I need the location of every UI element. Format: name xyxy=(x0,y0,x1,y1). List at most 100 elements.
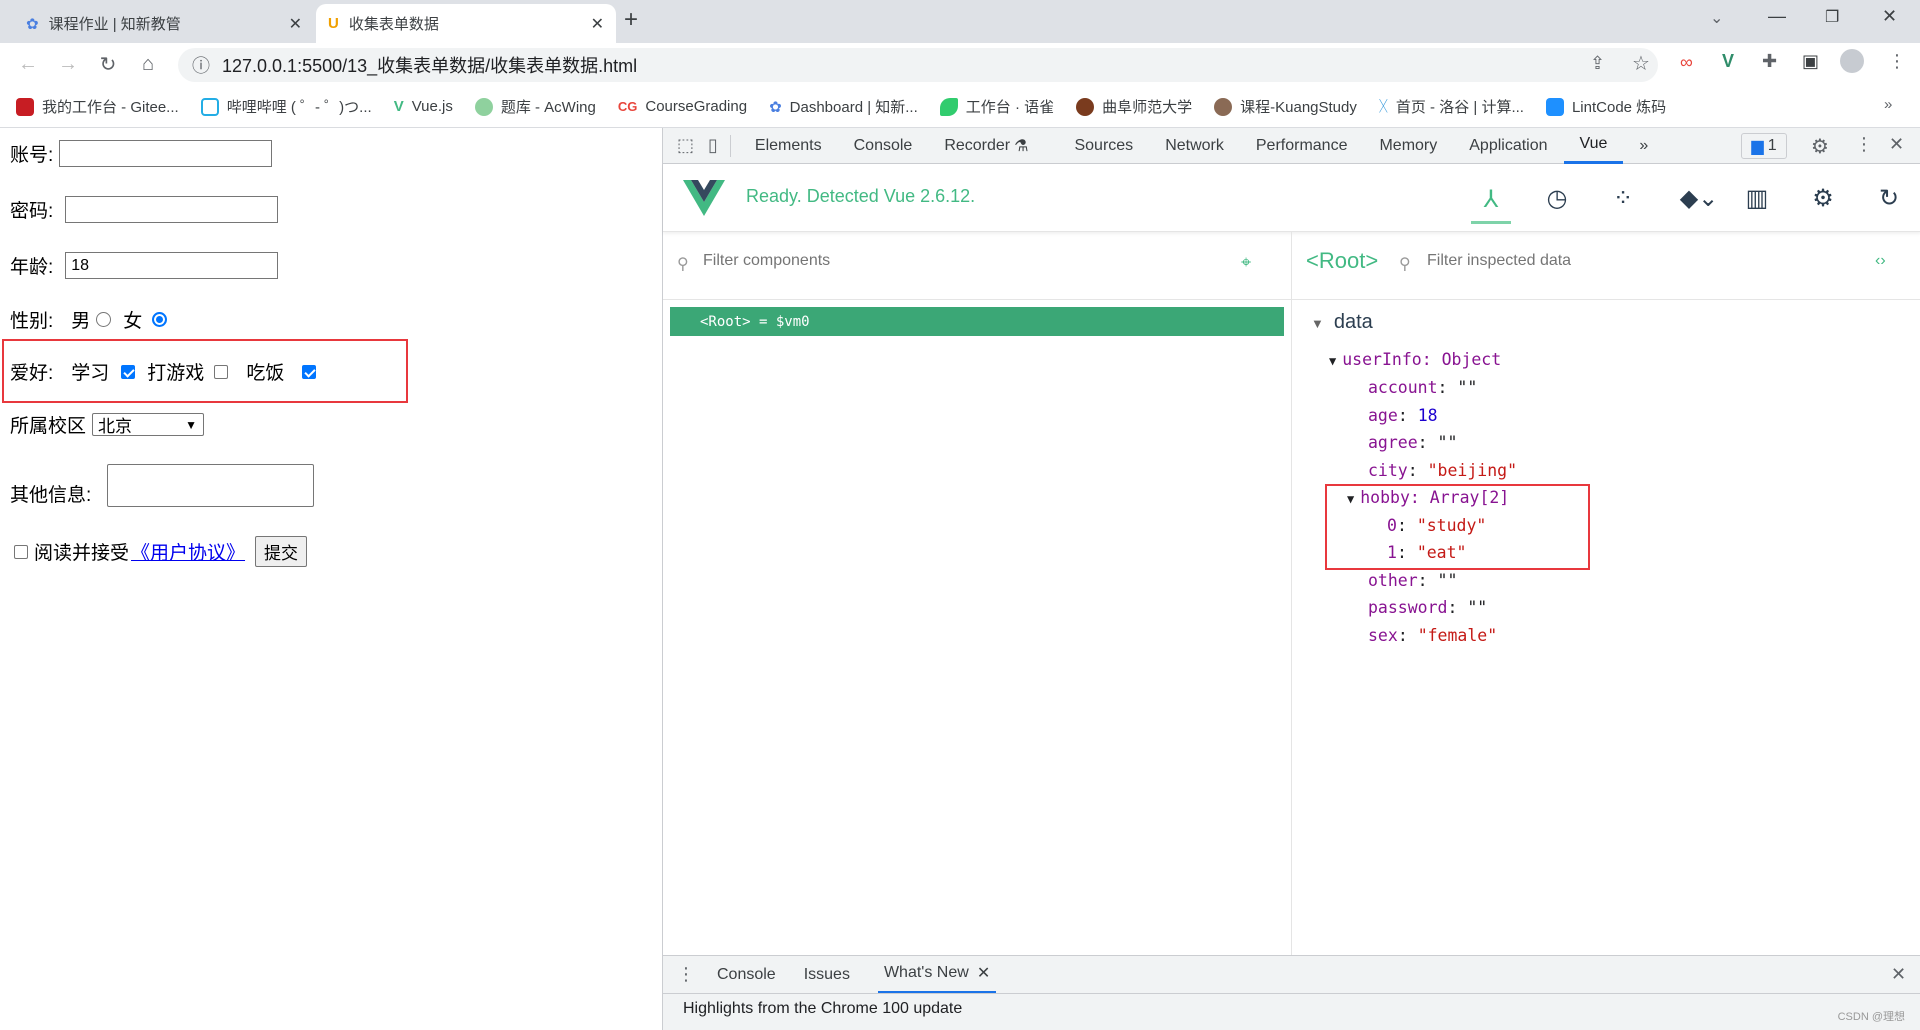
agree-checkbox[interactable] xyxy=(14,544,28,559)
settings-gear-icon[interactable]: ⚙ xyxy=(1811,134,1829,159)
tree-row: 0: "study" xyxy=(1387,516,1487,535)
hobby-eat-checkbox[interactable] xyxy=(302,364,317,379)
data-section-header[interactable]: ▼ data xyxy=(1311,311,1373,334)
forward-icon[interactable]: → xyxy=(48,53,88,76)
bookmarks-overflow-button[interactable]: » xyxy=(1884,96,1892,113)
devtools-menu-icon[interactable]: ⋮ xyxy=(1855,134,1873,155)
tab-recorder[interactable]: Recorder ⚗ xyxy=(928,128,1044,164)
bookmark-label: 工作台 · 语雀 xyxy=(965,99,1055,116)
tab-vue[interactable]: Vue xyxy=(1563,128,1624,164)
close-tab-icon[interactable]: ✕ xyxy=(977,963,990,983)
bookmark-bilibili[interactable]: 哔哩哔哩 ( ゜- ゜)つ... xyxy=(200,96,372,117)
bookmark-vuejs[interactable]: V Vue.js xyxy=(394,98,453,115)
other-textarea[interactable] xyxy=(107,464,315,507)
tab-application[interactable]: Application xyxy=(1453,128,1563,164)
tab-performance[interactable]: Performance xyxy=(1240,128,1364,164)
share-icon[interactable]: ⇪ xyxy=(1590,53,1605,74)
tab-label: What's New xyxy=(883,964,969,981)
url-field[interactable]: ⓘ 127.0.0.1:5500/13_收集表单数据/收集表单数据.html xyxy=(178,48,1658,82)
search-icon: ⚲ xyxy=(677,256,689,273)
filter-components-input[interactable] xyxy=(703,252,1183,270)
components-tree-icon[interactable]: ⅄ xyxy=(1471,178,1511,224)
browser-tab-active[interactable]: U 收集表单数据 ✕ xyxy=(316,4,616,43)
drawer-tab-whats-new[interactable]: What's New ✕ xyxy=(877,956,997,994)
more-tabs-button[interactable]: » xyxy=(1623,128,1664,164)
refresh-icon[interactable]: ↻ xyxy=(1869,178,1909,218)
restore-button[interactable]: ❐ xyxy=(1825,7,1839,27)
tree-row-hobby[interactable]: ▼ hobby: Array[2] xyxy=(1347,488,1509,507)
tree-value: "" xyxy=(1457,378,1478,397)
drawer-tab-issues[interactable]: Issues xyxy=(804,966,850,984)
submit-button[interactable]: 提交 xyxy=(255,536,308,567)
tab-elements[interactable]: Elements xyxy=(739,128,838,164)
bookmark-luogu[interactable]: ᚷ 首页 - 洛谷 | 计算... xyxy=(1379,96,1524,117)
device-toolbar-icon[interactable]: ▯ xyxy=(708,135,718,156)
password-input[interactable] xyxy=(65,196,279,223)
tree-row: 1: "eat" xyxy=(1387,543,1467,562)
home-icon[interactable]: ⌂ xyxy=(128,53,168,76)
routing-icon[interactable]: ◆⌄ xyxy=(1669,178,1729,218)
drawer-tab-console[interactable]: Console xyxy=(717,966,776,984)
chart-icon[interactable]: ▥ xyxy=(1737,178,1777,218)
close-tab-icon[interactable]: ✕ xyxy=(289,14,302,34)
vue-settings-icon[interactable]: ⚙ xyxy=(1803,178,1843,218)
tab-console[interactable]: Console xyxy=(838,128,929,164)
tab-search-icon[interactable]: ⌄ xyxy=(1710,8,1723,28)
filter-inspected-data-input[interactable] xyxy=(1427,252,1827,270)
new-tab-button[interactable]: + xyxy=(624,6,638,34)
drawer-tabbar: ⋮ Console Issues What's New ✕ ✕ xyxy=(663,955,1920,994)
close-drawer-icon[interactable]: ✕ xyxy=(1891,964,1906,985)
hobby-study-checkbox[interactable] xyxy=(121,364,136,379)
bookmark-yuque[interactable]: 工作台 · 语雀 xyxy=(939,96,1055,117)
menu-kebab-icon[interactable]: ⋮ xyxy=(1888,51,1906,72)
close-devtools-icon[interactable]: ✕ xyxy=(1889,134,1904,155)
bookmark-qfnu[interactable]: 曲阜师范大学 xyxy=(1076,96,1192,117)
component-tree-root-row[interactable]: <Root> = $vm0 xyxy=(670,307,1284,336)
performance-dots-icon[interactable]: ⁘ xyxy=(1603,178,1643,218)
side-panel-icon[interactable]: ▣ xyxy=(1802,51,1819,72)
account-input[interactable] xyxy=(59,140,273,167)
reload-icon[interactable]: ↻ xyxy=(88,52,128,77)
back-icon[interactable]: ← xyxy=(8,53,48,76)
luogu-icon: ᚷ xyxy=(1378,98,1388,115)
sex-male-radio[interactable] xyxy=(96,312,112,327)
tab-network[interactable]: Network xyxy=(1149,128,1240,164)
code-brackets-icon[interactable]: ‹› xyxy=(1875,252,1886,270)
select-component-target-icon[interactable]: ⌖ xyxy=(1241,252,1251,273)
profile-avatar[interactable] xyxy=(1840,49,1864,73)
timeline-history-icon[interactable]: ◷ xyxy=(1537,178,1577,218)
vue-devtools-extension-icon[interactable]: V xyxy=(1722,51,1734,72)
extension-icon[interactable]: ∞ xyxy=(1680,52,1693,73)
city-select[interactable]: 北京 ▼ xyxy=(92,413,205,436)
minimize-button[interactable]: — xyxy=(1768,6,1786,27)
bookmark-dashboard[interactable]: ✿ Dashboard | 知新... xyxy=(769,96,918,117)
bookmark-lintcode[interactable]: LintCode 炼码 xyxy=(1545,96,1666,117)
sex-female-radio[interactable] xyxy=(152,312,168,327)
bookmark-acwing[interactable]: 题库 - AcWing xyxy=(474,96,596,117)
close-window-button[interactable]: ✕ xyxy=(1882,6,1897,27)
bookmark-star-icon[interactable]: ☆ xyxy=(1632,51,1650,76)
bookmark-coursegrading[interactable]: CG CourseGrading xyxy=(618,98,747,115)
page-favicon-icon: U xyxy=(328,15,339,32)
tree-row-userinfo[interactable]: ▼ userInfo: Object xyxy=(1329,350,1501,369)
section-label: data xyxy=(1333,311,1373,333)
user-agreement-link[interactable]: 《用户协议》 xyxy=(131,538,245,565)
tree-value: 18 xyxy=(1417,406,1438,425)
hobby-game-checkbox[interactable] xyxy=(214,364,229,379)
tab-sources[interactable]: Sources xyxy=(1058,128,1149,164)
password-label: 密码: xyxy=(10,201,54,222)
bookmark-label: Dashboard | 知新... xyxy=(789,99,918,116)
tab-title: 课程作业 | 知新教管 xyxy=(48,16,181,33)
issues-badge[interactable]: ▆ 1 xyxy=(1741,133,1787,159)
site-info-icon[interactable]: ⓘ xyxy=(192,52,210,78)
bookmark-gitee[interactable]: 我的工作台 - Gitee... xyxy=(16,96,179,117)
browser-tab[interactable]: ✿ 课程作业 | 知新教管 ✕ xyxy=(14,4,314,43)
age-input[interactable]: 18 xyxy=(65,252,279,279)
pane-divider[interactable] xyxy=(1291,232,1292,955)
extensions-puzzle-icon[interactable]: ✚ xyxy=(1762,51,1777,72)
drawer-menu-icon[interactable]: ⋮ xyxy=(677,964,695,985)
inspect-element-icon[interactable]: ⬚ xyxy=(677,135,694,156)
bookmark-kuangstudy[interactable]: 课程-KuangStudy xyxy=(1214,96,1357,117)
close-tab-icon[interactable]: ✕ xyxy=(591,14,604,34)
tab-memory[interactable]: Memory xyxy=(1363,128,1453,164)
